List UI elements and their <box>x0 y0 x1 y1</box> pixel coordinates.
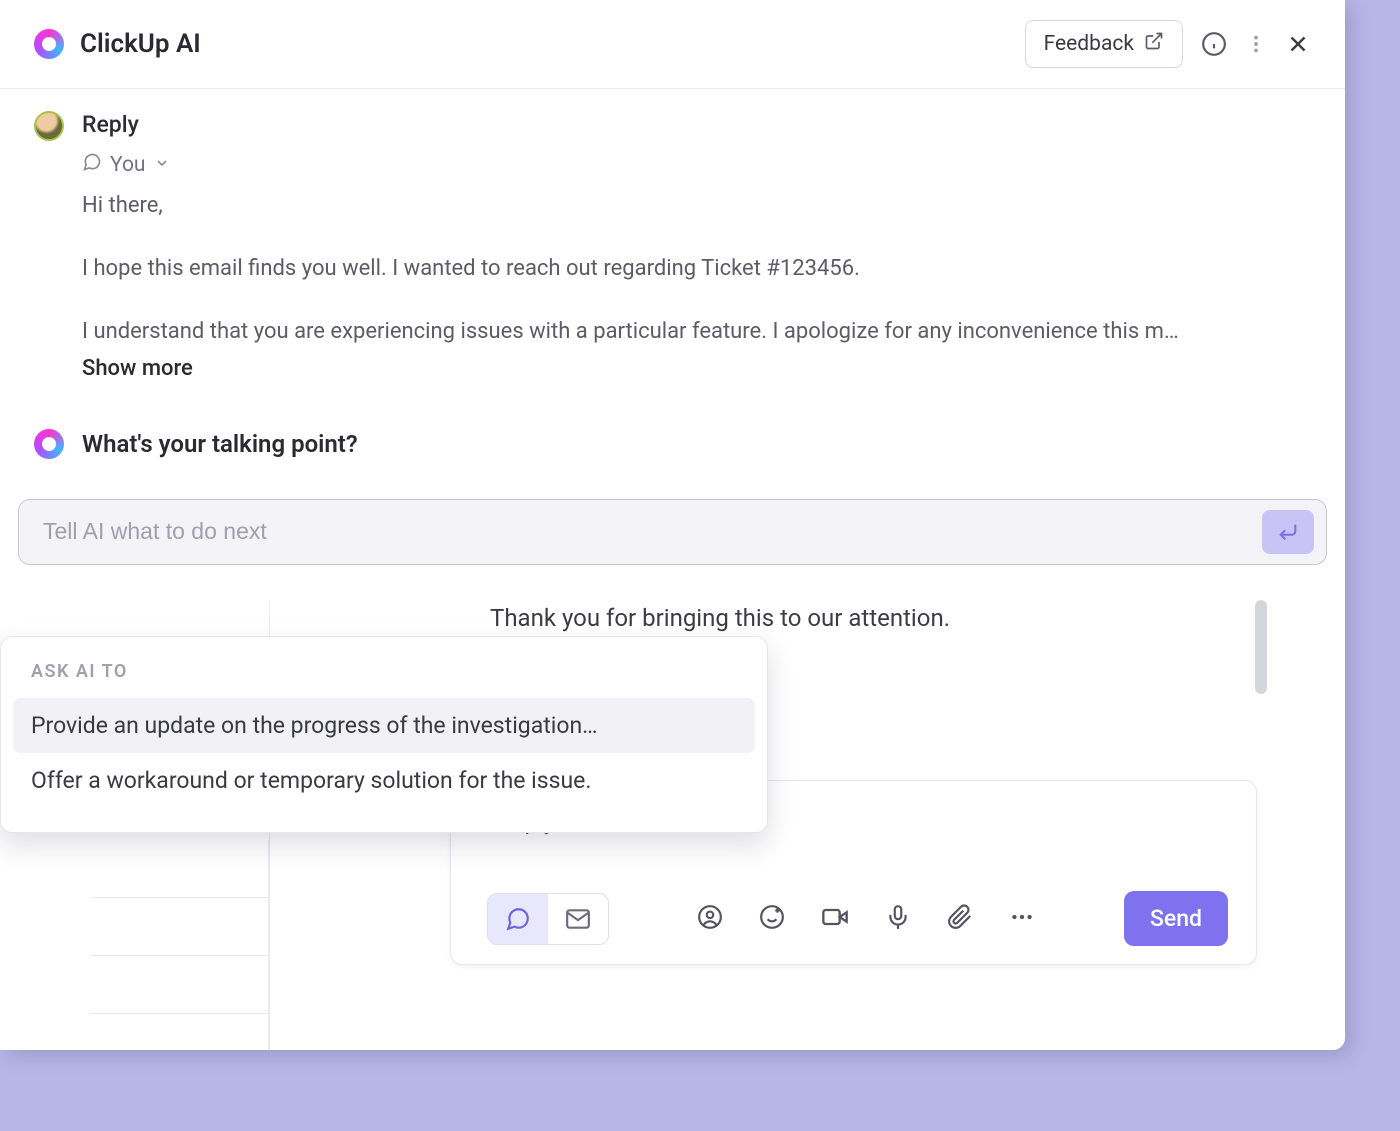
suggestions-popover: ASK AI TO Provide an update on the progr… <box>0 636 768 833</box>
chat-mode-button[interactable] <box>488 894 548 944</box>
message-line-2: I hope this email finds you well. I want… <box>82 251 1311 286</box>
mention-icon[interactable] <box>697 904 723 934</box>
email-mode-button[interactable] <box>548 894 608 944</box>
clickup-ai-logo-icon <box>34 429 64 459</box>
chevron-down-icon <box>154 153 170 177</box>
show-more-button[interactable]: Show more <box>82 356 1311 381</box>
emoji-icon[interactable] <box>759 904 785 934</box>
clickup-ai-logo-icon <box>34 29 64 59</box>
submit-button[interactable] <box>1262 510 1314 554</box>
message-body: Hi there, I hope this email finds you we… <box>82 188 1311 350</box>
talking-point-row: What's your talking point? <box>34 429 1311 459</box>
reply-toolbar-icons <box>697 903 1035 935</box>
recipient-label: You <box>110 153 146 177</box>
ai-input-bar <box>18 499 1327 565</box>
ai-panel: ClickUp AI Feedback Reply <box>0 0 1345 1050</box>
close-button[interactable] <box>1285 31 1311 57</box>
send-button[interactable]: Send <box>1124 891 1228 946</box>
message-line-3: I understand that you are experiencing i… <box>82 314 1311 349</box>
reply-mode-toggle <box>487 893 609 945</box>
talking-point-title: What's your talking point? <box>82 430 358 458</box>
recipient-selector[interactable]: You <box>82 152 1311 178</box>
suggestion-item[interactable]: Offer a workaround or temporary solution… <box>13 753 755 808</box>
feedback-label: Feedback <box>1044 32 1134 56</box>
message-line-1: Hi there, <box>82 188 1311 223</box>
message-title: Reply <box>82 111 1311 138</box>
ai-text-input[interactable] <box>43 518 1262 545</box>
message-content: Reply You Hi there, I hope this email fi… <box>82 111 1311 381</box>
more-icon[interactable] <box>1009 904 1035 934</box>
chat-icon <box>82 152 102 178</box>
user-avatar <box>34 111 64 141</box>
more-button[interactable] <box>1245 33 1267 55</box>
header-left: ClickUp AI <box>34 29 201 59</box>
panel-title: ClickUp AI <box>80 29 201 59</box>
attachment-icon[interactable] <box>947 904 973 934</box>
suggestion-item[interactable]: Provide an update on the progress of the… <box>13 698 755 753</box>
message-row: Reply You Hi there, I hope this email fi… <box>34 111 1311 381</box>
reply-toolbar: Send <box>487 891 1228 946</box>
scrollbar-thumb[interactable] <box>1255 600 1267 694</box>
suggestions-heading: ASK AI TO <box>13 657 755 698</box>
info-button[interactable] <box>1201 31 1227 57</box>
video-icon[interactable] <box>821 903 849 935</box>
header-right: Feedback <box>1025 20 1311 68</box>
external-link-icon <box>1144 31 1164 57</box>
panel-body: Reply You Hi there, I hope this email fi… <box>0 89 1345 459</box>
microphone-icon[interactable] <box>885 904 911 934</box>
panel-header: ClickUp AI Feedback <box>0 0 1345 89</box>
existing-reply-text: Thank you for bringing this to our atten… <box>490 604 950 632</box>
feedback-button[interactable]: Feedback <box>1025 20 1183 68</box>
